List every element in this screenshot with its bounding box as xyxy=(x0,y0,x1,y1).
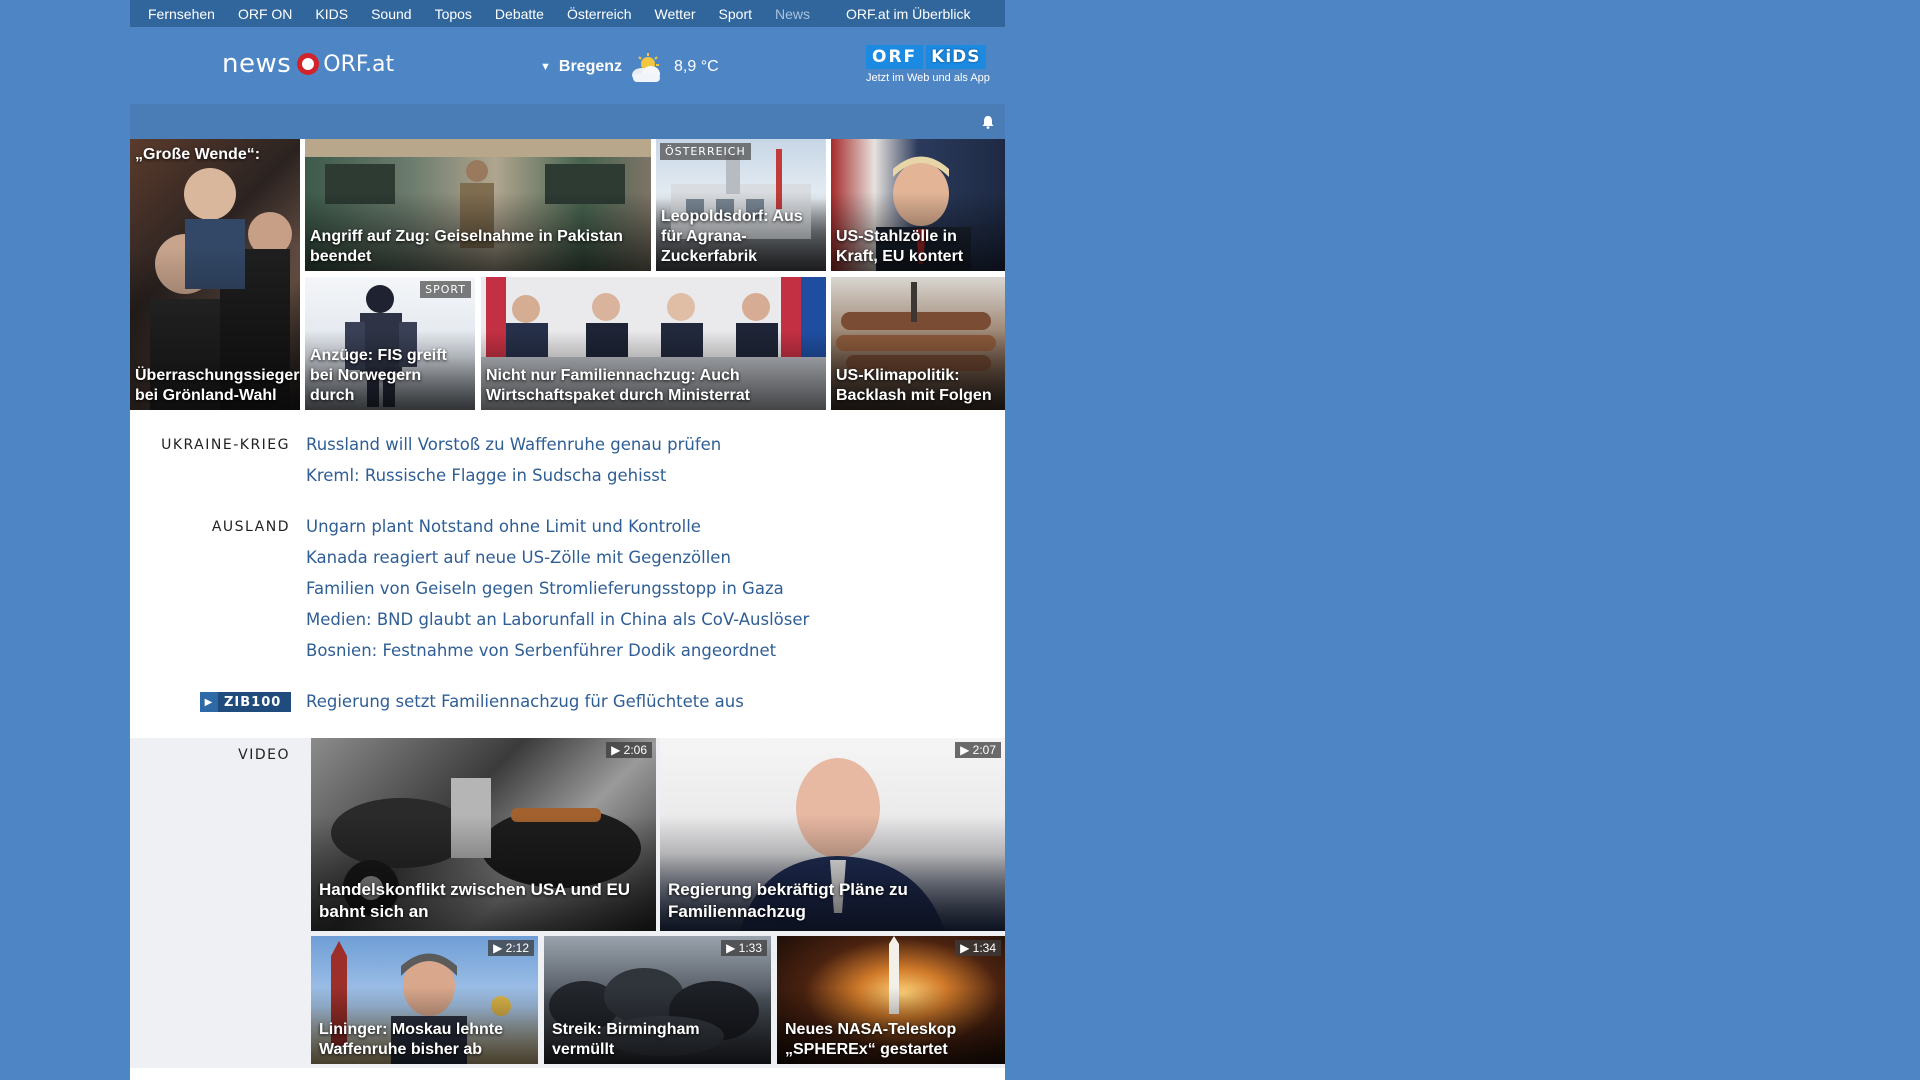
zib100-label: ZIB100 xyxy=(224,694,282,710)
teaser-leopoldsdorf[interactable]: ÖSTERREICH Leopoldsdorf: Aus für Agrana-… xyxy=(656,139,826,271)
nav-item-news[interactable]: News xyxy=(775,6,810,22)
video-lininger[interactable]: ▶ 2:12 Lininger: Moskau lehnte Waffenruh… xyxy=(311,936,538,1064)
story-link[interactable]: Medien: BND glaubt an Laborunfall in Chi… xyxy=(306,610,809,629)
nav-item-sound[interactable]: Sound xyxy=(371,6,411,22)
video-handelskonflikt[interactable]: ▶ 2:06 Handelskonflikt zwischen USA und … xyxy=(311,738,656,931)
logo-orf-text: ORF.at xyxy=(323,51,395,77)
nav-item-overview[interactable]: ORF.at im Überblick xyxy=(846,6,970,22)
label-oesterreich: ÖSTERREICH xyxy=(660,143,751,160)
zib100-badge[interactable]: ▶ ZIB100 xyxy=(200,692,291,712)
story-link[interactable]: Familien von Geiseln gegen Stromlieferun… xyxy=(306,579,784,598)
story-link[interactable]: Russland will Vorstoß zu Waffenruhe gena… xyxy=(306,435,721,454)
nav-item-wetter[interactable]: Wetter xyxy=(655,6,696,22)
top-navigation: Fernsehen ORF ON KIDS Sound Topos Debatt… xyxy=(130,0,1005,27)
video-duration: ▶ 1:33 xyxy=(721,940,767,956)
nav-item-sport[interactable]: Sport xyxy=(719,6,752,22)
teaser-pakistan-title: Angriff auf Zug: Geiselnahme in Pakistan… xyxy=(310,228,623,265)
video-duration: ▶ 1:34 xyxy=(955,940,1001,956)
kids-badge-orf: ORF xyxy=(866,45,924,69)
nav-item-debatte[interactable]: Debatte xyxy=(495,6,544,22)
video-duration: ▶ 2:07 xyxy=(955,742,1001,758)
bell-icon[interactable] xyxy=(981,114,995,133)
teaser-pakistan[interactable]: Angriff auf Zug: Geiselnahme in Pakistan… xyxy=(305,139,651,271)
nav-item-kids[interactable]: KIDS xyxy=(315,6,348,22)
orf-ring-icon xyxy=(297,53,320,75)
label-sport: SPORT xyxy=(420,281,471,298)
story-link[interactable]: Kreml: Russische Flagge in Sudscha gehis… xyxy=(306,466,666,485)
teaser-ministerrat-title: Nicht nur Familiennachzug: Auch Wirtscha… xyxy=(486,367,750,404)
teaser-leopoldsdorf-title: Leopoldsdorf: Aus für Agrana-Zuckerfabri… xyxy=(661,208,803,265)
nav-item-fernsehen[interactable]: Fernsehen xyxy=(148,6,215,22)
teaser-fis-title: Anzüge: FIS greift bei Norwegern durch xyxy=(310,347,447,404)
nav-item-topos[interactable]: Topos xyxy=(435,6,472,22)
teaser-groenland[interactable]: „Große Wende“: Überraschungssieger bei G… xyxy=(130,139,300,410)
teaser-groenland-title: Überraschungssieger bei Grönland-Wahl xyxy=(135,367,300,404)
story-link[interactable]: Bosnien: Festnahme von Serbenführer Dodi… xyxy=(306,641,776,660)
kids-badges: ORF KiDS xyxy=(866,45,1004,69)
story-link-zib[interactable]: Regierung setzt Familiennachzug für Gefl… xyxy=(306,692,744,711)
section-label-ukraine: UKRAINE-KRIEG xyxy=(161,437,290,453)
kids-tagline: Jetzt im Web und als App xyxy=(866,72,990,84)
logo-news-text: news xyxy=(222,49,292,79)
nav-item-orf-on[interactable]: ORF ON xyxy=(238,6,292,22)
story-link[interactable]: Ungarn plant Notstand ohne Limit und Kon… xyxy=(306,517,701,536)
teaser-stahlzoelle[interactable]: US-Stahlzölle in Kraft, EU kontert xyxy=(831,139,1005,271)
video-lininger-title: Lininger: Moskau lehnte Waffenruhe bishe… xyxy=(319,1021,504,1058)
video-birmingham[interactable]: ▶ 1:33 Streik: Birmingham vermüllt xyxy=(544,936,771,1064)
story-link[interactable]: Kanada reagiert auf neue US-Zölle mit Ge… xyxy=(306,548,731,567)
video-familiennachzug-title: Regierung bekräftigt Pläne zu Familienna… xyxy=(668,880,908,921)
dropdown-triangle-icon[interactable]: ▼ xyxy=(540,61,551,73)
notification-bar xyxy=(130,104,1005,139)
teaser-ministerrat[interactable]: Nicht nur Familiennachzug: Auch Wirtscha… xyxy=(481,277,826,410)
news-orf-logo[interactable]: news ORF.at xyxy=(222,49,394,79)
video-spherex[interactable]: ▶ 1:34 Neues NASA-Teleskop „SPHEREx“ ges… xyxy=(777,936,1005,1064)
video-duration: ▶ 2:06 xyxy=(606,742,652,758)
orf-kids-promo[interactable]: ORF KiDS Jetzt im Web und als App xyxy=(866,45,1004,84)
video-spherex-title: Neues NASA-Teleskop „SPHEREx“ gestartet xyxy=(785,1021,957,1058)
teaser-fis[interactable]: SPORT Anzüge: FIS greift bei Norwegern d… xyxy=(305,277,475,410)
site-header: news ORF.at ▼ Bregenz 8,9 °C ORF KiDS Je… xyxy=(130,27,1005,104)
site-container: Fernsehen ORF ON KIDS Sound Topos Debatt… xyxy=(130,0,1005,1080)
section-label-video: VIDEO xyxy=(238,747,290,763)
kids-badge-kids: KiDS xyxy=(926,45,986,69)
teaser-klimapolitik-title: US-Klimapolitik: Backlash mit Folgen xyxy=(836,367,992,404)
video-familiennachzug[interactable]: ▶ 2:07 Regierung bekräftigt Pläne zu Fam… xyxy=(660,738,1005,931)
weather-city: Bregenz xyxy=(558,58,623,75)
teaser-groenland-kicker: „Große Wende“: xyxy=(135,146,261,163)
nav-item-oesterreich[interactable]: Österreich xyxy=(567,6,632,22)
weather-temperature: 8,9 °C xyxy=(674,58,719,75)
partly-cloudy-icon xyxy=(628,53,664,82)
play-icon: ▶ xyxy=(200,692,218,712)
teaser-klimapolitik[interactable]: US-Klimapolitik: Backlash mit Folgen xyxy=(831,277,1005,410)
video-birmingham-title: Streik: Birmingham vermüllt xyxy=(552,1021,700,1058)
teaser-stahlzoelle-title: US-Stahlzölle in Kraft, EU kontert xyxy=(836,228,964,265)
video-duration: ▶ 2:12 xyxy=(488,940,534,956)
weather-widget[interactable]: ▼ Bregenz 8,9 °C xyxy=(540,53,719,82)
section-label-ausland: AUSLAND xyxy=(211,519,290,535)
video-handelskonflikt-title: Handelskonflikt zwischen USA und EU bahn… xyxy=(319,880,631,921)
